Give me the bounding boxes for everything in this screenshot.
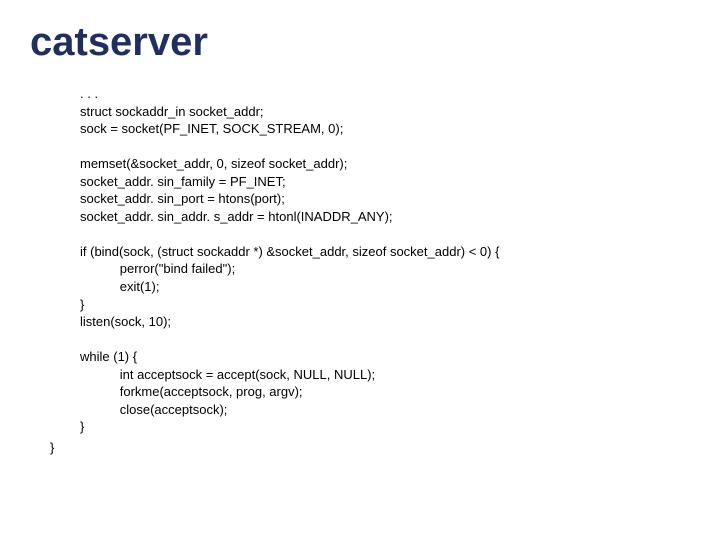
code-block: . . . struct sockaddr_in socket_addr; so… xyxy=(30,85,690,436)
slide: catserver . . . struct sockaddr_in socke… xyxy=(0,0,720,540)
closing-brace: } xyxy=(30,440,690,455)
slide-title: catserver xyxy=(30,20,690,65)
